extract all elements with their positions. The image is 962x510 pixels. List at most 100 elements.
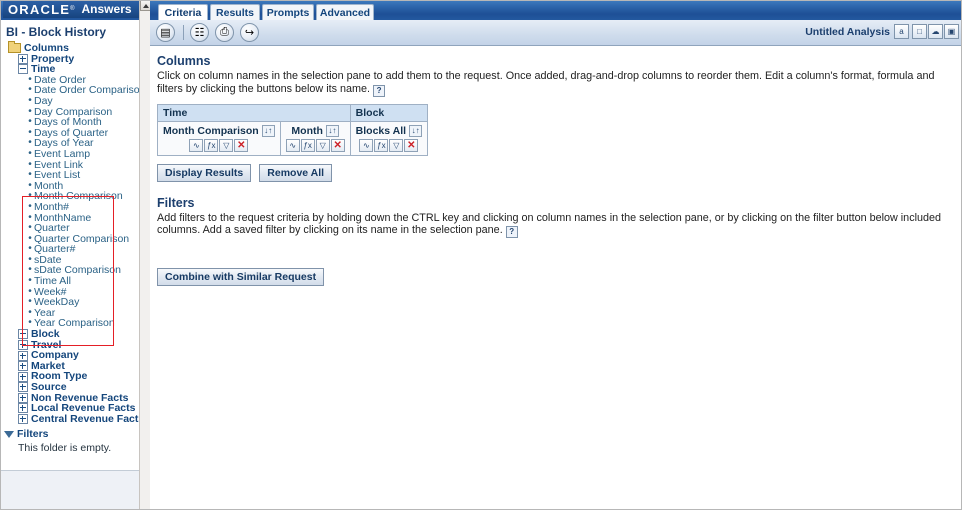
filter-column-button[interactable]: ▽ [389, 138, 404, 152]
tree-node-room-type[interactable]: Room Type [4, 371, 149, 382]
column-name: Month Comparison [163, 124, 259, 137]
tree-leaf-day[interactable]: • Day [4, 94, 149, 107]
save-analysis-button[interactable]: ▣ [944, 24, 959, 39]
expand-plus-icon[interactable] [18, 53, 28, 64]
formula-column-button[interactable]: ƒx [204, 138, 219, 152]
tree-node-block[interactable]: Block [4, 329, 149, 340]
remove-column-button[interactable]: ✕ [234, 138, 249, 152]
tree-node-property[interactable]: Property [4, 53, 149, 65]
expand-plus-icon[interactable] [18, 350, 28, 361]
tree-leaf-sdate-comparison[interactable]: • sDate Comparison [4, 265, 149, 276]
format-column-button[interactable]: ∿ [359, 138, 374, 152]
print-icon[interactable]: ⎙ [215, 23, 234, 42]
sort-icon[interactable]: ↓↑ [409, 124, 423, 137]
expand-plus-icon[interactable] [18, 361, 28, 372]
saved-filters-header: Filters [0, 428, 149, 440]
filters-section: Filters Add filters to the request crite… [157, 196, 956, 286]
tree-leaf-date-order-comparison[interactable]: • Date Order Comparison [4, 85, 149, 96]
tree-node-company[interactable]: Company [4, 350, 149, 361]
analysis-title: Untitled Analysis [805, 26, 890, 38]
remove-column-button[interactable]: ✕ [404, 138, 419, 152]
column-month-comparison[interactable]: Month Comparison ↓↑ ∿ ƒx ▽ ✕ [157, 120, 281, 156]
formula-column-button[interactable]: ƒx [374, 138, 389, 152]
tree-leaf-year-comparison[interactable]: • Year Comparison [4, 318, 149, 329]
expand-plus-icon[interactable] [18, 371, 28, 382]
column-blocks-all[interactable]: Blocks All ↓↑ ∿ ƒx ▽ ✕ [349, 120, 429, 156]
tree-node-central-revenue-facts[interactable]: Central Revenue Facts [4, 414, 149, 425]
tree-leaf-month-number[interactable]: • Month# [4, 200, 149, 213]
analysis-tabs: Criteria Results Prompts Advanced [150, 0, 962, 20]
columns-heading: Columns [157, 54, 211, 68]
expand-plus-icon[interactable] [18, 382, 28, 393]
tree-label: Event Lamp [34, 147, 91, 160]
oracle-wordmark: ORACLE [8, 1, 71, 17]
display-results-button[interactable]: Display Results [157, 163, 252, 182]
selected-columns-table: Time Block Month Comparison ↓↑ ∿ ƒx ▽ ✕ M… [157, 103, 429, 156]
sort-icon[interactable]: ↓↑ [325, 124, 339, 137]
export-icon[interactable]: ↪ [240, 23, 259, 42]
icon-glyph: a [899, 27, 904, 36]
tree-leaf-month-comparison[interactable]: • Month Comparison [4, 191, 149, 202]
expand-plus-icon[interactable] [18, 414, 28, 425]
sort-icon[interactable]: ↓↑ [261, 124, 275, 137]
column-group-header-row: Time Block [157, 103, 429, 122]
formula-column-button[interactable]: ƒx [300, 138, 315, 152]
icon-glyph: ☷ [194, 27, 205, 39]
tree-leaf-quarter-number[interactable]: • Quarter# [4, 244, 149, 255]
column-month[interactable]: Month ↓↑ ∿ ƒx ▽ ✕ [279, 120, 351, 156]
funnel-icon [4, 430, 14, 438]
main-content: Criteria Results Prompts Advanced ▤ ☷ ⎙ … [150, 0, 962, 510]
folder-icon [8, 41, 21, 54]
icon-glyph: ▣ [947, 27, 956, 36]
expand-plus-icon[interactable] [18, 392, 28, 403]
tree-leaf-quarter-comparison[interactable]: • Quarter Comparison [4, 233, 149, 245]
expand-plus-icon[interactable] [18, 329, 28, 340]
combine-with-similar-request-button[interactable]: Combine with Similar Request [157, 268, 325, 286]
toolbar-divider [183, 25, 184, 40]
remove-all-button[interactable]: Remove All [259, 163, 333, 182]
group-header-block: Block [349, 103, 429, 122]
tree-node-source[interactable]: Source [4, 382, 149, 393]
expand-plus-icon[interactable] [18, 339, 28, 350]
icon-glyph: ☁ [931, 27, 940, 36]
tree-root-columns[interactable]: Columns [4, 41, 149, 54]
filter-column-button[interactable]: ▽ [315, 138, 330, 152]
selection-pane-footer [0, 470, 149, 509]
display-results-icon[interactable]: ▤ [156, 23, 175, 42]
bullet-icon: • [28, 94, 32, 106]
tree-leaf-event-lamp[interactable]: • Event Lamp [4, 147, 149, 160]
tab-criteria[interactable]: Criteria [158, 4, 208, 20]
tab-prompts[interactable]: Prompts [262, 4, 314, 20]
tree-label: Month# [34, 200, 70, 213]
criteria-panel: Columns Click on column names in the sel… [150, 46, 962, 286]
tree-label: Central Revenue Facts [31, 412, 145, 425]
group-header-time: Time [157, 103, 351, 122]
column-name: Month [291, 124, 323, 137]
analysis-toolbar: ▤ ☷ ⎙ ↪ Untitled Analysis a □ ☁ ▣ [150, 20, 962, 46]
format-column-button[interactable]: ∿ [285, 138, 300, 152]
help-icon[interactable]: ? [505, 226, 518, 238]
tree-leaf-monthname[interactable]: • MonthName [4, 212, 149, 224]
tab-results[interactable]: Results [210, 4, 260, 20]
filter-column-button[interactable]: ▽ [219, 138, 234, 152]
open-analysis-button[interactable]: ☁ [928, 24, 943, 39]
tab-advanced[interactable]: Advanced [316, 4, 374, 20]
icon-glyph: ↪ [244, 27, 255, 39]
format-column-button[interactable]: ∿ [189, 138, 204, 152]
remove-column-button[interactable]: ✕ [330, 138, 345, 152]
filters-description: Add filters to the request criteria by h… [157, 211, 956, 238]
rename-analysis-button[interactable]: a [894, 24, 909, 39]
tree-leaf-event-list[interactable]: • Event List [4, 170, 149, 181]
tree-time-children: • Date Order • Date Order Comparison • Day … [4, 74, 149, 329]
saved-filters-label: Filters [17, 428, 49, 441]
collapse-minus-icon[interactable] [18, 64, 28, 75]
table-view-icon[interactable]: ☷ [190, 23, 209, 42]
filters-description-text: Add filters to the request criteria by h… [157, 211, 942, 237]
tree-leaf-weekday[interactable]: • WeekDay [4, 297, 149, 308]
tree-leaf-time-all[interactable]: • Time All [4, 275, 149, 287]
columns-action-buttons: Display Results Remove All [157, 163, 956, 182]
new-analysis-button[interactable]: □ [912, 24, 927, 39]
expand-plus-icon[interactable] [18, 403, 28, 414]
help-icon[interactable]: ? [373, 84, 386, 97]
subject-area-title: BI - Block History [6, 25, 107, 39]
